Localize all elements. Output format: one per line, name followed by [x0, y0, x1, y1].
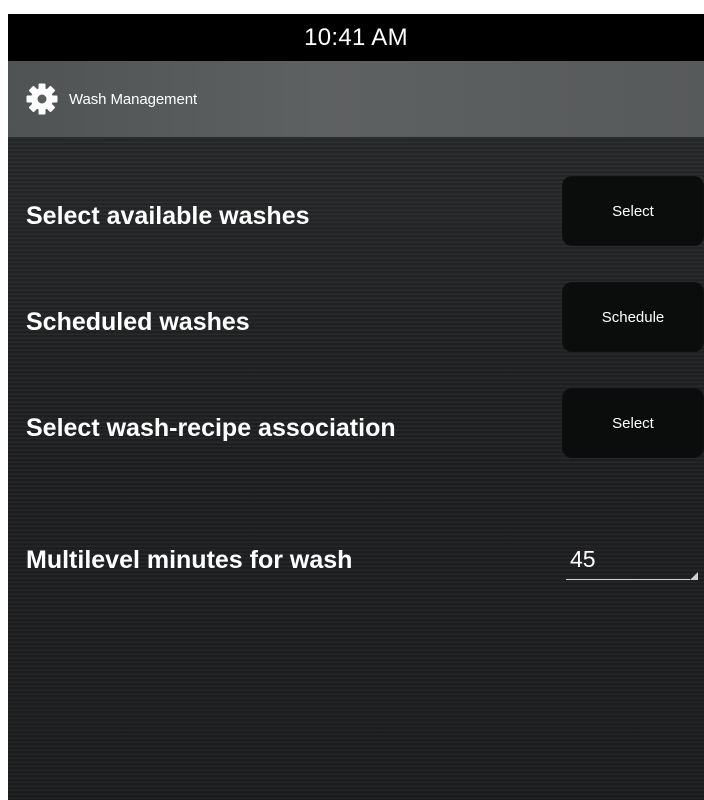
- wash-recipe-association-label: Select wash-recipe association: [26, 414, 396, 442]
- page-title: Wash Management: [69, 90, 198, 108]
- scheduled-washes-label: Scheduled washes: [26, 308, 250, 336]
- multilevel-minutes-value[interactable]: 45: [570, 546, 596, 573]
- select-wash-recipe-association-button[interactable]: Select: [562, 388, 704, 458]
- app-screen: 10:41 AM Wash Management Select availabl…: [8, 14, 704, 800]
- select-available-washes-button[interactable]: Select: [562, 176, 704, 246]
- multilevel-minutes-label: Multilevel minutes for wash: [26, 546, 353, 574]
- select-available-washes-label: Select available washes: [26, 202, 310, 230]
- gear-icon: [25, 82, 59, 116]
- schedule-button[interactable]: Schedule: [562, 282, 704, 352]
- input-underline: [566, 579, 690, 580]
- status-time: 10:41 AM: [304, 24, 408, 51]
- input-corner-indicator: [690, 572, 698, 580]
- status-bar: 10:41 AM: [8, 14, 704, 61]
- multilevel-minutes-input[interactable]: 45: [566, 542, 700, 582]
- title-bar: Wash Management: [8, 61, 704, 137]
